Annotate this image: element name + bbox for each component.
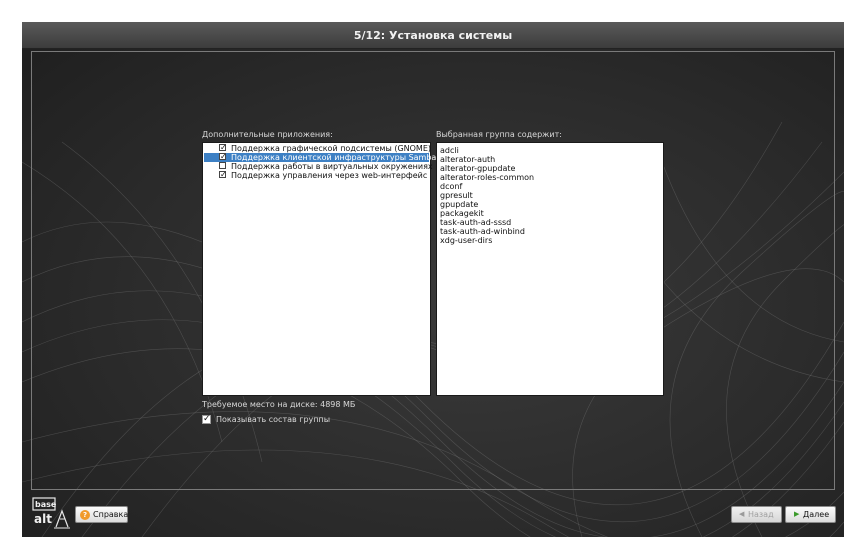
basealt-logo: base alt: [32, 497, 70, 529]
apps-listbox[interactable]: ✓ Поддержка графической подсистемы (GNOM…: [202, 142, 451, 396]
arrow-right-icon: ▶: [794, 510, 800, 518]
window-title: 5/12: Установка системы: [353, 29, 513, 42]
app-item-web[interactable]: ✓ Поддержка управления через web-интерфе…: [204, 171, 429, 180]
package-item: task-auth-ad-sssd: [440, 218, 512, 227]
show-group-checkbox-box[interactable]: ✓: [202, 415, 211, 424]
help-button-label: Справка: [93, 510, 129, 519]
package-item: adcli: [440, 146, 459, 155]
package-item: alterator-auth: [440, 155, 496, 164]
app-item-checkbox[interactable]: [219, 162, 226, 169]
content-frame: [31, 51, 835, 490]
app-item-label: Поддержка управления через web-интерфейс: [231, 171, 428, 180]
app-item-checkbox[interactable]: ✓: [219, 144, 227, 152]
app-item-checkbox[interactable]: ✓: [219, 153, 227, 161]
package-item: dconf: [440, 182, 463, 191]
arrow-left-icon: ◀: [739, 510, 745, 518]
group-section-label: Выбранная группа содержит:: [436, 130, 562, 139]
app-item-label: Поддержка клиентской инфраструктуры Samb…: [231, 153, 451, 162]
package-item: xdg-user-dirs: [440, 236, 493, 245]
app-item-samba-ad[interactable]: ✓ Поддержка клиентской инфраструктуры Sa…: [204, 153, 451, 162]
group-contents-listbox[interactable]: adcli alterator-auth alterator-gpupdate …: [436, 142, 664, 396]
title-bar: 5/12: Установка системы: [22, 22, 844, 49]
app-item-gnome[interactable]: ✓ Поддержка графической подсистемы (GNOM…: [204, 144, 432, 153]
apps-section-label: Дополнительные приложения:: [202, 130, 333, 139]
package-item: packagekit: [440, 209, 484, 218]
app-item-label: Поддержка графической подсистемы (GNOME): [231, 144, 432, 153]
next-button-label: Далее: [803, 510, 830, 519]
app-item-label: Поддержка работы в виртуальных окружения…: [231, 162, 433, 171]
back-button[interactable]: ◀ Назад: [731, 506, 782, 523]
back-button-label: Назад: [748, 510, 774, 519]
app-item-virtual[interactable]: Поддержка работы в виртуальных окружения…: [204, 162, 433, 171]
package-item: task-auth-ad-winbind: [440, 227, 525, 236]
package-item: alterator-gpupdate: [440, 164, 516, 173]
help-button[interactable]: ? Справка: [75, 506, 128, 523]
installer-screen: 5/12: Установка системы Дополнительные п…: [22, 22, 844, 537]
next-button[interactable]: ▶ Далее: [785, 506, 836, 523]
help-icon: ?: [80, 510, 90, 520]
app-item-checkbox[interactable]: ✓: [219, 171, 227, 179]
show-group-label: Показывать состав группы: [216, 415, 331, 424]
package-item: gpupdate: [440, 200, 479, 209]
package-item: alterator-roles-common: [440, 173, 535, 182]
disk-space-label: Требуемое место на диске: 4898 МБ: [202, 400, 356, 409]
logo-text-bottom: alt: [34, 512, 52, 526]
logo-text-top: base: [35, 500, 57, 509]
package-item: gpresult: [440, 191, 473, 200]
